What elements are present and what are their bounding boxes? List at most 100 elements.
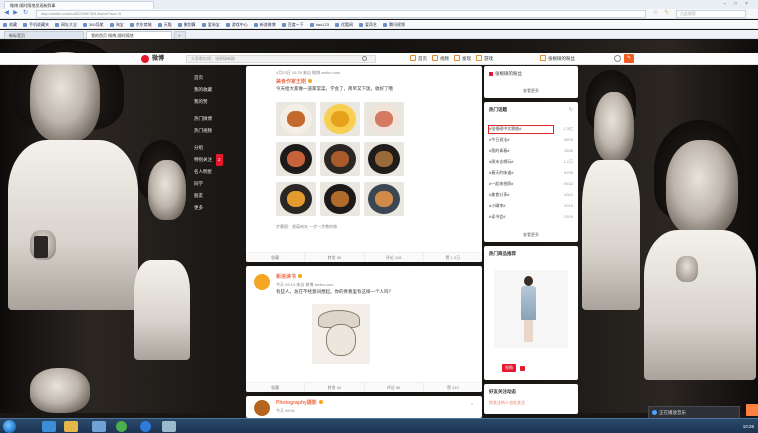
fan-box-more[interactable]: 查看更多: [484, 88, 578, 94]
clock[interactable]: 10:26: [743, 422, 754, 431]
dish-photo[interactable]: [320, 182, 360, 216]
nav-video[interactable]: 视频: [432, 55, 449, 63]
qq-icon[interactable]: [140, 421, 151, 432]
bookmark-item[interactable]: 天猫: [158, 21, 172, 28]
hot-topic-row[interactable]: #我的青春# 3456: [489, 148, 573, 154]
bookmark-item[interactable]: 聚划算: [178, 21, 196, 28]
post-author[interactable]: 新浪读书: [276, 274, 303, 281]
dish-photo[interactable]: [364, 182, 404, 216]
post-image[interactable]: [312, 304, 370, 364]
bookmark-item[interactable]: 爱奇艺: [359, 21, 377, 28]
app-icon[interactable]: [162, 421, 176, 432]
comment-button[interactable]: 评论 128: [365, 253, 424, 262]
hot-topic-row[interactable]: #一起来拍照# 5432: [489, 181, 573, 187]
like-button[interactable]: 赞 210: [424, 383, 482, 392]
dish-photo[interactable]: [276, 142, 316, 176]
nav-home[interactable]: 首页: [410, 55, 427, 63]
bookmark-item[interactable]: 收藏: [3, 21, 17, 28]
bookmark-item[interactable]: 手机收藏夹: [23, 21, 49, 28]
url-field[interactable]: http://weibo.com/u/5223567381/home?wvr=5: [36, 10, 646, 18]
sidebar-item[interactable]: 我的收藏: [190, 84, 246, 96]
back-icon[interactable]: ◀: [3, 10, 10, 17]
sidebar-item[interactable]: 我的赞: [190, 96, 246, 108]
hot-topics-more[interactable]: 查看更多: [484, 232, 578, 238]
star-icon[interactable]: ☆: [652, 10, 659, 17]
weibo-search-input[interactable]: 大家都在搜：张根硕新剧: [186, 55, 376, 63]
favorite-button[interactable]: 收藏: [246, 383, 306, 392]
refresh-icon[interactable]: ↻: [569, 107, 573, 113]
weibo-logo-text[interactable]: 微博: [152, 55, 164, 63]
sidebar-item[interactable]: 首页: [190, 72, 246, 84]
ie-icon[interactable]: [42, 421, 56, 432]
bookmark-item[interactable]: 淘宝: [110, 21, 124, 28]
back-to-top-button[interactable]: [746, 404, 758, 416]
bookmark-item[interactable]: 新浪微博: [254, 21, 276, 28]
favorite-button[interactable]: 收藏: [246, 253, 306, 262]
bookmark-item[interactable]: 百度一下: [282, 21, 304, 28]
ad-buy-button[interactable]: 抢购: [502, 364, 516, 372]
hot-topic-row[interactable]: #读书会# 2109: [489, 214, 573, 220]
nav-game[interactable]: 游戏: [476, 55, 493, 63]
dish-photo[interactable]: [320, 142, 360, 176]
bookmark-item[interactable]: 京东商城: [130, 21, 152, 28]
friends-row[interactable]: 你关注的人也在关注: [489, 400, 573, 406]
ad-image[interactable]: [494, 270, 568, 348]
folder-icon[interactable]: [64, 421, 78, 432]
dish-photo[interactable]: [276, 102, 316, 136]
browser-360-icon[interactable]: [116, 421, 127, 432]
bookmark-item[interactable]: 网址大全: [55, 21, 77, 28]
hot-topic-row[interactable]: #周末去哪玩# 1.2万: [489, 159, 573, 165]
avatar[interactable]: [254, 274, 270, 290]
window-tab[interactable]: 微博-随时随地发现新鲜事: [4, 1, 154, 9]
close-icon[interactable]: ×: [742, 1, 751, 7]
nav-discover[interactable]: 发现: [454, 55, 471, 63]
browser-search-input[interactable]: 点此搜索: [676, 10, 746, 18]
bookmark-item[interactable]: 爱淘宝: [202, 21, 220, 28]
hot-topic-row[interactable]: #今日说法# 9876: [489, 137, 573, 143]
comment-button[interactable]: 评论 56: [365, 383, 424, 392]
dish-photo[interactable]: [364, 142, 404, 176]
post-author[interactable]: 美食作家王刚: [276, 79, 313, 86]
sidebar-item[interactable]: 特别关注 2: [190, 154, 246, 166]
hot-topic-row[interactable]: #张根硕中文歌曲# 2.3亿: [489, 126, 573, 132]
dish-photo[interactable]: [364, 102, 404, 136]
sidebar-item[interactable]: 热门视频: [190, 125, 246, 137]
repost-button[interactable]: 转发 34: [305, 383, 365, 392]
like-button[interactable]: 赞 1.2万: [424, 253, 482, 262]
sidebar-item[interactable]: 名人明星: [190, 166, 246, 178]
post-author[interactable]: Photography摄影: [276, 400, 323, 407]
chevron-down-icon[interactable]: ⌄: [470, 401, 474, 407]
repost-button[interactable]: 转发 95: [305, 253, 365, 262]
new-tab-button[interactable]: +: [174, 31, 186, 39]
dish-photo[interactable]: [320, 102, 360, 136]
hot-topic-row[interactable]: #春天的味道# 8765: [489, 170, 573, 176]
refresh-icon[interactable]: ↻: [22, 10, 29, 17]
sidebar-item[interactable]: 分组: [190, 142, 246, 154]
browser-tab-1[interactable]: 我的首页 微博-随时随地: [86, 31, 172, 39]
sidebar-item[interactable]: 同学: [190, 178, 246, 190]
bookmark-item[interactable]: 优酷网: [335, 21, 353, 28]
nav-username[interactable]: 张根硕的粉丝: [540, 55, 575, 63]
bookmark-item[interactable]: hao123: [310, 21, 329, 28]
compose-button[interactable]: ✎: [624, 54, 634, 63]
hot-topic-row[interactable]: #小确幸# 3210: [489, 203, 573, 209]
weibo-logo-icon[interactable]: [141, 55, 149, 63]
sidebar-item[interactable]: 热门微博: [190, 113, 246, 125]
start-button[interactable]: [3, 420, 16, 433]
dish-photo[interactable]: [276, 182, 316, 216]
forward-icon[interactable]: ▶: [12, 10, 19, 17]
search-icon[interactable]: [362, 56, 367, 61]
avatar[interactable]: [254, 400, 270, 416]
sidebar-item[interactable]: 更多: [190, 202, 246, 214]
browser-tab-0[interactable]: 新标签页: [4, 31, 84, 39]
hot-topic-row[interactable]: #美食分享# 4321: [489, 192, 573, 198]
bookmark-item[interactable]: 腾讯视频: [383, 21, 405, 28]
bookmark-item[interactable]: 360导航: [83, 21, 104, 28]
minimize-icon[interactable]: –: [720, 1, 729, 7]
bolt-icon[interactable]: ϟ: [663, 10, 670, 17]
sidebar-item[interactable]: 朋友: [190, 190, 246, 202]
media-player-icon[interactable]: [92, 421, 106, 432]
bookmark-item[interactable]: 游戏中心: [226, 21, 248, 28]
maximize-icon[interactable]: □: [731, 1, 740, 7]
gear-icon[interactable]: [614, 55, 621, 62]
